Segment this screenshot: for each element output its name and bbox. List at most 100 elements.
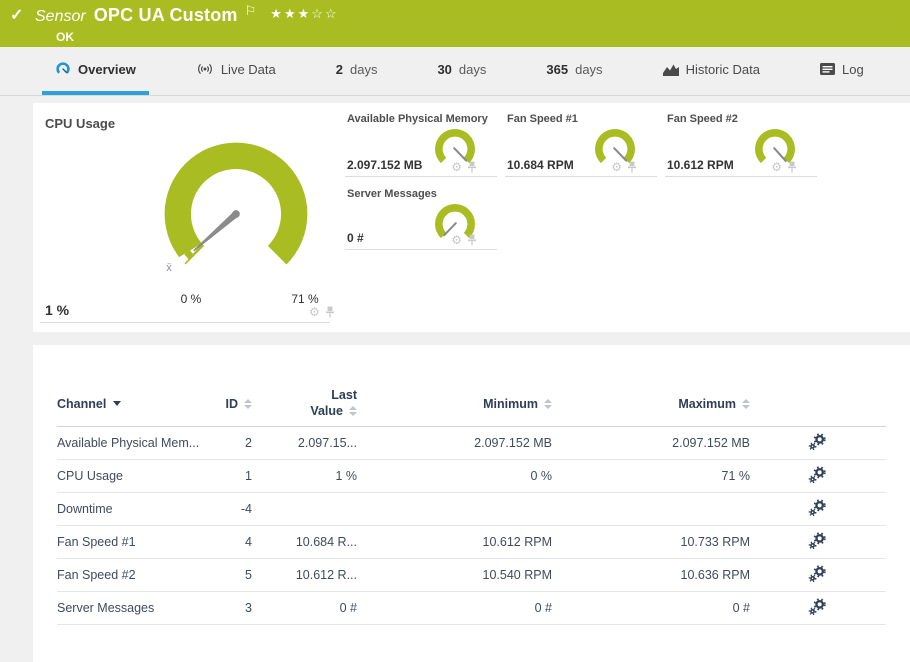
cell-id: 1	[245, 469, 252, 483]
gauges-panel: CPU Usage x̄ 0 % 71 % 1 % ⚙ Available Ph…	[33, 103, 910, 332]
column-header-label: Last	[331, 387, 357, 402]
table-row: Available Physical Mem... 2 2.097.15... …	[57, 427, 886, 460]
pin-icon[interactable]	[325, 306, 335, 318]
divider	[40, 322, 330, 323]
cell-id: -4	[240, 502, 252, 516]
channel-settings-gears-icon[interactable]	[808, 498, 826, 517]
channel-settings-gears-icon[interactable]	[808, 531, 826, 550]
mini-gauge-value: 10.612 RPM	[667, 158, 734, 172]
cell-minimum: 2.097.152 MB	[474, 436, 552, 450]
pin-icon[interactable]	[467, 161, 477, 173]
flag-icon[interactable]: ⚐	[245, 3, 257, 18]
gauge-action-icons: ⚙	[451, 234, 477, 246]
gear-icon[interactable]: ⚙	[309, 306, 320, 318]
cell-channel: Downtime	[57, 502, 113, 516]
gauge-action-icons: ⚙	[611, 161, 637, 173]
mini-gauge-title: Server Messages	[347, 188, 437, 200]
tab-30-days[interactable]: 30 days	[424, 47, 499, 95]
mini-gauge-fan-speed-1: Fan Speed #1 10.684 RPM ⚙	[505, 112, 657, 177]
channel-settings-gears-icon[interactable]	[808, 465, 826, 484]
gauge-needle	[453, 147, 468, 162]
tab-label: Historic Data	[685, 61, 760, 77]
table-row: Fan Speed #2 5 10.612 R... 10.540 RPM 10…	[57, 559, 886, 592]
area-chart-icon	[662, 64, 679, 76]
column-header-maximum[interactable]: Maximum	[552, 397, 750, 411]
column-header-label: Minimum	[483, 396, 538, 411]
tab-log[interactable]: Log	[807, 47, 877, 95]
cell-minimum: 10.612 RPM	[482, 535, 552, 549]
tab-number: 30	[437, 61, 452, 77]
gear-icon[interactable]: ⚙	[451, 161, 462, 173]
channel-settings-gears-icon[interactable]	[808, 597, 826, 616]
table-row: Server Messages 3 0 # 0 # 0 #	[57, 592, 886, 625]
sensor-title: OPC UA Custom	[93, 5, 238, 25]
gauge-needle	[613, 147, 628, 162]
tab-365-days[interactable]: 365 days	[533, 47, 615, 95]
mini-gauge-value: 10.684 RPM	[507, 158, 574, 172]
column-header-label: Channel	[57, 396, 107, 411]
tab-historic-data[interactable]: Historic Data	[650, 47, 773, 95]
pin-icon[interactable]	[787, 161, 797, 173]
channel-settings-gears-icon[interactable]	[808, 564, 826, 583]
cell-last-value: 1 %	[335, 469, 357, 483]
tab-label: Live Data	[220, 61, 276, 77]
cell-id: 3	[245, 601, 252, 615]
column-header-last-value[interactable]: Last Value	[252, 388, 357, 419]
mini-gauge-available-physical-memory: Available Physical Memory 2.097.152 MB ⚙	[345, 112, 497, 177]
gauge-action-icons: ⚙	[771, 161, 797, 173]
sensor-header: ✓ Sensor OPC UA Custom ⚐ ★★★☆☆ OK	[0, 0, 910, 47]
channel-table-panel: Channel ID Last Value Minimum Maximum Av…	[33, 345, 910, 662]
tab-live-data[interactable]: Live Data	[183, 47, 289, 95]
cell-maximum: 71 %	[721, 469, 751, 483]
tab-label: days	[349, 61, 378, 77]
tab-label: Log	[841, 61, 864, 77]
log-list-icon	[819, 63, 835, 75]
gear-icon[interactable]: ⚙	[771, 161, 782, 173]
tab-number: 365	[546, 61, 569, 77]
tab-overview[interactable]: Overview	[42, 47, 149, 95]
cell-maximum: 10.636 RPM	[680, 568, 750, 582]
primary-gauge-title: CPU Usage	[45, 116, 116, 131]
cell-id: 5	[245, 568, 252, 582]
sort-icon	[544, 398, 552, 409]
cell-maximum: 0 #	[732, 601, 750, 615]
table-row: CPU Usage 1 1 % 0 % 71 %	[57, 460, 886, 493]
tab-label: days	[458, 61, 487, 77]
cell-maximum: 2.097.152 MB	[672, 436, 750, 450]
tab-label: Overview	[78, 61, 136, 77]
cpu-usage-gauge: x̄	[164, 142, 308, 274]
mini-gauge-server-messages: Server Messages 0 # ⚙	[345, 187, 497, 250]
average-marker-label: x̄	[166, 262, 172, 274]
gear-icon[interactable]: ⚙	[451, 234, 462, 246]
gauge-icon	[56, 62, 70, 74]
column-header-channel[interactable]: Channel	[57, 397, 217, 411]
column-header-label: Value	[310, 403, 343, 418]
table-row: Downtime -4	[57, 493, 886, 526]
cell-minimum: 10.540 RPM	[482, 568, 552, 582]
cell-channel: CPU Usage	[57, 469, 123, 483]
pin-icon[interactable]	[467, 234, 477, 246]
pin-icon[interactable]	[627, 161, 637, 173]
tab-2-days[interactable]: 2 days	[323, 47, 391, 95]
mini-gauge-value: 2.097.152 MB	[347, 158, 423, 172]
priority-star-rating[interactable]: ★★★☆☆	[270, 6, 338, 21]
status-ok-check-icon: ✓	[10, 7, 24, 24]
sort-icon	[244, 398, 252, 409]
tab-number: 2	[335, 61, 343, 77]
status-badge: OK	[56, 30, 74, 44]
cell-last-value: 10.684 R...	[295, 535, 357, 549]
mini-gauge-title: Fan Speed #2	[667, 113, 738, 125]
mini-gauge-title: Available Physical Memory	[347, 113, 488, 125]
table-header-row: Channel ID Last Value Minimum Maximum	[57, 381, 886, 427]
cell-last-value: 10.612 R...	[295, 568, 357, 582]
column-header-id[interactable]: ID	[217, 397, 252, 411]
gauge-needle	[193, 211, 239, 252]
gauge-action-icons: ⚙	[451, 161, 477, 173]
sort-active-caret-icon	[113, 401, 122, 406]
cell-minimum: 0 %	[530, 469, 552, 483]
gear-icon[interactable]: ⚙	[611, 161, 622, 173]
channel-settings-gears-icon[interactable]	[808, 432, 826, 451]
mini-gauge-value: 0 #	[347, 231, 364, 245]
tab-label: days	[575, 61, 603, 77]
column-header-minimum[interactable]: Minimum	[357, 397, 552, 411]
